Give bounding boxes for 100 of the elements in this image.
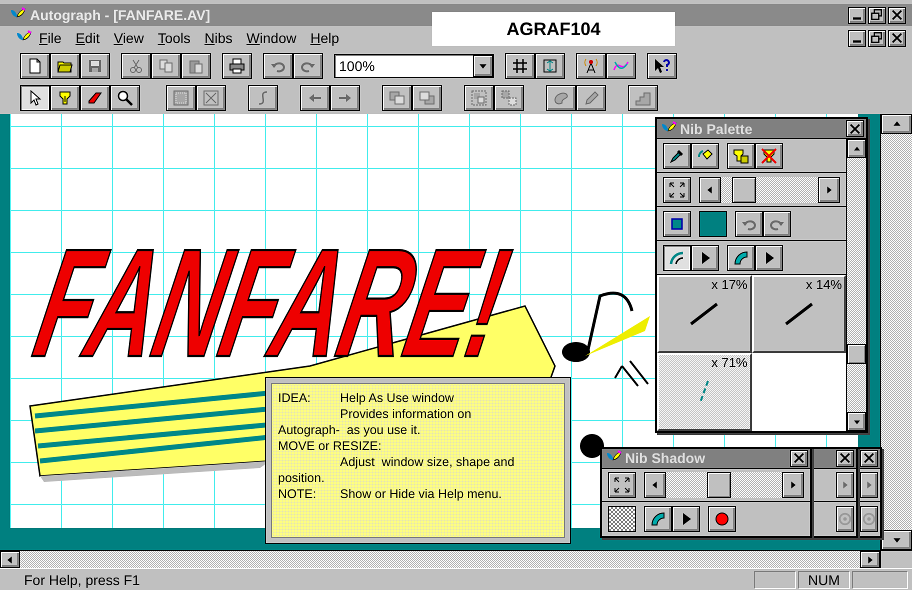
music-note-drawing: [562, 292, 634, 362]
dropdown-button[interactable]: [473, 55, 493, 77]
eraser-icon: [87, 90, 103, 106]
scroll-right-button[interactable]: [860, 551, 880, 568]
stroke-style-button[interactable]: [727, 244, 755, 270]
steps-icon: [635, 90, 651, 106]
scroll-thumb[interactable]: [847, 344, 866, 364]
magnifier-icon: [117, 90, 133, 106]
nib-icon: [57, 90, 73, 106]
menu-item[interactable]: Tools: [150, 30, 198, 46]
disc-button[interactable]: [860, 506, 878, 532]
slider-right-button[interactable]: [818, 176, 840, 202]
palette-title: Nib Shadow: [625, 450, 706, 466]
help-label: IDEA:: [278, 390, 312, 406]
help-text: MOVE or RESIZE:: [278, 438, 382, 454]
scroll-up-button[interactable]: [847, 139, 866, 158]
palette-title: Nib Palette: [680, 120, 754, 136]
scroll-up-button[interactable]: [881, 114, 912, 134]
minimize-icon: [853, 40, 861, 42]
toolbar-button[interactable]: [20, 53, 50, 79]
toolbar-button[interactable]: [535, 53, 565, 79]
square-icon: [669, 216, 685, 232]
minimize-button[interactable]: [848, 6, 866, 24]
tool-button[interactable]: [80, 85, 110, 111]
tool-button[interactable]: [20, 85, 50, 111]
stroke-style-button[interactable]: [644, 506, 672, 532]
palette-button[interactable]: [663, 142, 691, 168]
close-button[interactable]: [790, 450, 808, 467]
menu-item[interactable]: File: [32, 30, 69, 46]
pen-stroke-icon: [689, 302, 720, 326]
play-button[interactable]: [672, 506, 700, 532]
disc-button[interactable]: [836, 506, 854, 532]
slider-thumb[interactable]: [707, 472, 732, 498]
nib-tile[interactable]: x 14%: [752, 275, 846, 353]
status-text: For Help, press F1: [24, 572, 141, 588]
menu-item[interactable]: Edit: [68, 30, 107, 46]
pattern-swatch[interactable]: [608, 506, 636, 532]
tool-button[interactable]: [50, 85, 80, 111]
zoom-field[interactable]: 100%: [334, 54, 494, 78]
nib-tile[interactable]: x 17%: [657, 275, 752, 353]
shape-button[interactable]: [663, 210, 691, 236]
copy-icon: [158, 58, 174, 74]
slider-right-button[interactable]: [782, 472, 804, 498]
snap-grid-icon: [542, 58, 558, 74]
scissors-icon: [128, 58, 144, 74]
layers-front-icon: [389, 90, 405, 106]
expand-button[interactable]: [608, 472, 636, 498]
crossed-nib-icon: [761, 148, 777, 164]
stroke-style-button[interactable]: [663, 244, 691, 270]
slider-left-button[interactable]: [644, 472, 666, 498]
nib-scale-label: x 17%: [711, 277, 748, 292]
record-button[interactable]: [708, 506, 736, 532]
toolbar-button[interactable]: [647, 53, 677, 79]
play-button[interactable]: [755, 244, 783, 270]
restore-button[interactable]: [868, 6, 886, 24]
close-button[interactable]: [860, 450, 878, 467]
help-text: Show or Hide via Help menu.: [340, 486, 502, 502]
arrow-button[interactable]: [860, 472, 878, 498]
restore-icon: [870, 8, 884, 22]
nib-scale-label: x 71%: [711, 355, 748, 370]
antenna-icon: [583, 58, 599, 74]
toolbar-button[interactable]: [576, 53, 606, 79]
menu-item[interactable]: Window: [240, 30, 304, 46]
expand-button[interactable]: [663, 176, 691, 202]
play-button[interactable]: [691, 244, 719, 270]
grid-icon: [512, 58, 528, 74]
nib-tile[interactable]: x 71%: [657, 353, 752, 431]
close-button[interactable]: [836, 450, 854, 467]
close-button[interactable]: [888, 6, 906, 24]
caption-label: AGRAF104: [432, 12, 675, 46]
toolbar-button[interactable]: [222, 53, 252, 79]
arc-filled-icon: [733, 250, 749, 266]
menu-item[interactable]: View: [106, 30, 151, 46]
toolbar-button[interactable]: [505, 53, 535, 79]
expand-icon: [669, 182, 685, 198]
nib-lock-icon: [733, 148, 749, 164]
close-button[interactable]: [888, 30, 906, 46]
scroll-down-button[interactable]: [881, 530, 912, 550]
palette-button[interactable]: [691, 142, 719, 168]
toolbar-button[interactable]: [50, 53, 80, 79]
toolbar-button[interactable]: [606, 53, 636, 79]
restore-button[interactable]: [868, 30, 886, 46]
scroll-left-button[interactable]: [0, 551, 20, 568]
menu-item[interactable]: Help: [303, 30, 346, 46]
close-icon: [848, 122, 862, 136]
window-title: Autograph - [FANFARE.AV]: [30, 7, 212, 23]
tool-button[interactable]: [110, 85, 140, 111]
slider-thumb[interactable]: [732, 176, 756, 202]
arc-outline-icon: [669, 250, 685, 266]
arrow-button[interactable]: [836, 472, 854, 498]
scroll-down-button[interactable]: [847, 412, 866, 431]
color-swatch[interactable]: [699, 210, 727, 236]
palette-button[interactable]: [755, 142, 783, 168]
dropper-icon: [669, 148, 685, 164]
menu-item[interactable]: Nibs: [198, 30, 240, 46]
close-button[interactable]: [846, 120, 864, 137]
slider-left-button[interactable]: [699, 176, 721, 202]
palette-button[interactable]: [727, 142, 755, 168]
group-icon: [471, 90, 487, 106]
minimize-button[interactable]: [848, 30, 866, 46]
